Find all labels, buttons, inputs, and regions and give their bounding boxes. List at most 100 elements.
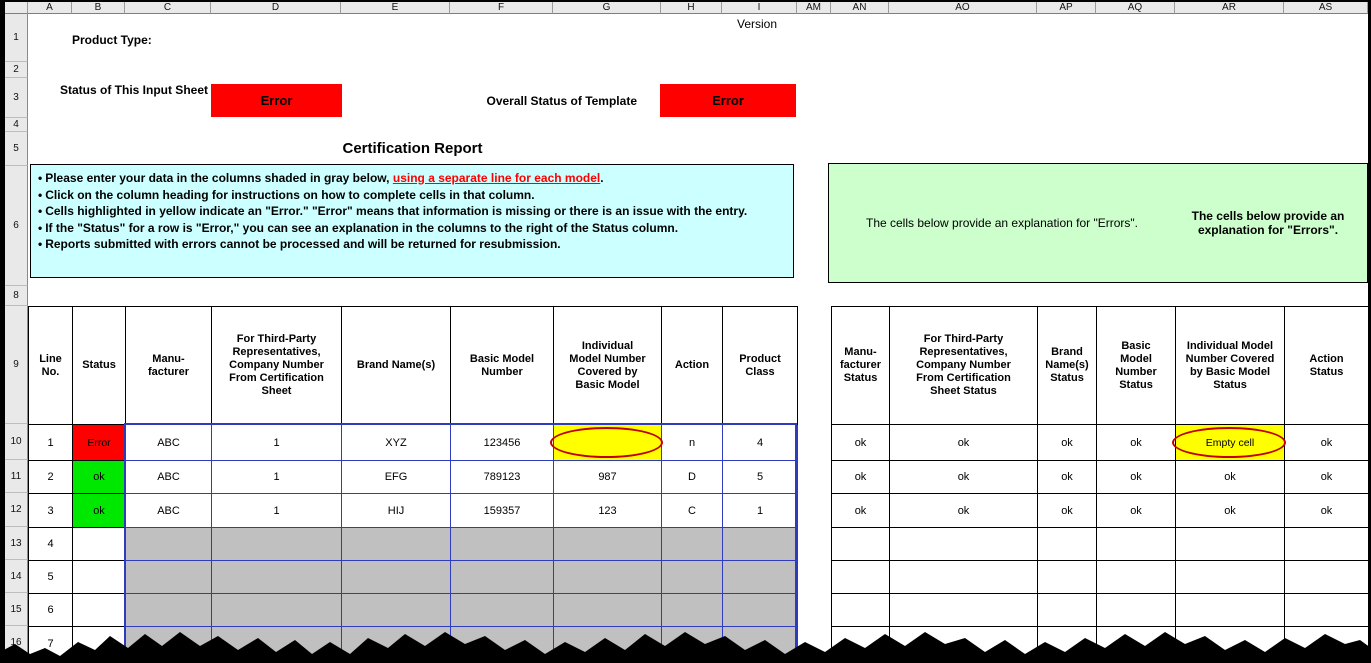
- col-heading-brand[interactable]: Brand Name(s): [342, 307, 451, 425]
- manufacturer-status-cell[interactable]: ok: [832, 461, 890, 494]
- status-cell[interactable]: Error: [73, 425, 126, 461]
- entry-cell[interactable]: [212, 528, 342, 561]
- status-cell[interactable]: [832, 528, 890, 561]
- status-cell[interactable]: [1097, 561, 1176, 594]
- line-no-cell[interactable]: 1: [29, 425, 73, 461]
- entry-cell[interactable]: [554, 561, 662, 594]
- status-cell[interactable]: [1097, 528, 1176, 561]
- basic-model-status-cell[interactable]: ok: [1097, 461, 1176, 494]
- third-party-cell[interactable]: 1: [212, 425, 342, 461]
- individual-model-cell[interactable]: 987: [554, 461, 662, 494]
- individual-model-status-error-cell[interactable]: Empty cell: [1176, 425, 1285, 461]
- column-header-e[interactable]: E: [341, 2, 450, 14]
- select-all-corner[interactable]: [5, 2, 28, 14]
- third-party-cell[interactable]: 1: [212, 494, 342, 528]
- individual-model-status-cell[interactable]: ok: [1176, 494, 1285, 528]
- line-no-cell[interactable]: 2: [29, 461, 73, 494]
- row-header-3[interactable]: 3: [5, 78, 28, 118]
- entry-cell[interactable]: [554, 528, 662, 561]
- status-cell[interactable]: [1176, 561, 1285, 594]
- row-header-14[interactable]: 14: [5, 560, 28, 593]
- column-header-a[interactable]: A: [28, 2, 72, 14]
- action-status-cell[interactable]: ok: [1285, 461, 1369, 494]
- row-header-6[interactable]: 6: [5, 166, 28, 286]
- individual-model-cell[interactable]: 123: [554, 494, 662, 528]
- col-heading-individual-model-status[interactable]: Individual Model Number Covered by Basic…: [1176, 307, 1285, 425]
- entry-cell[interactable]: [126, 528, 212, 561]
- brand-status-cell[interactable]: ok: [1038, 494, 1097, 528]
- col-heading-status[interactable]: Status: [73, 307, 126, 425]
- action-status-cell[interactable]: ok: [1285, 425, 1369, 461]
- product-class-cell[interactable]: 1: [723, 494, 798, 528]
- product-class-cell[interactable]: 4: [723, 425, 798, 461]
- brand-cell[interactable]: XYZ: [342, 425, 451, 461]
- third-party-status-cell[interactable]: ok: [890, 494, 1038, 528]
- third-party-cell[interactable]: 1: [212, 461, 342, 494]
- manufacturer-status-cell[interactable]: ok: [832, 425, 890, 461]
- row-header-12[interactable]: 12: [5, 493, 28, 527]
- entry-cell[interactable]: [126, 561, 212, 594]
- brand-status-cell[interactable]: ok: [1038, 425, 1097, 461]
- status-cell[interactable]: [73, 528, 126, 561]
- column-header-d[interactable]: D: [211, 2, 341, 14]
- column-header-as[interactable]: AS: [1284, 2, 1368, 14]
- col-heading-action[interactable]: Action: [662, 307, 723, 425]
- col-heading-manufacturer-status[interactable]: Manu- facturer Status: [832, 307, 890, 425]
- col-heading-brand-status[interactable]: Brand Name(s) Status: [1038, 307, 1097, 425]
- col-heading-product-class[interactable]: Product Class: [723, 307, 798, 425]
- row-header-8[interactable]: 8: [5, 286, 28, 306]
- row-header-9[interactable]: 9: [5, 306, 28, 424]
- column-header-ap[interactable]: AP: [1037, 2, 1096, 14]
- column-header-aq[interactable]: AQ: [1096, 2, 1175, 14]
- row-header-1[interactable]: 1: [5, 14, 28, 62]
- column-header-b[interactable]: B: [72, 2, 125, 14]
- basic-model-cell[interactable]: 123456: [451, 425, 554, 461]
- status-cell[interactable]: [1038, 528, 1097, 561]
- status-cell[interactable]: [1285, 528, 1369, 561]
- column-header-ar[interactable]: AR: [1175, 2, 1284, 14]
- action-cell[interactable]: C: [662, 494, 723, 528]
- basic-model-status-cell[interactable]: ok: [1097, 494, 1176, 528]
- input-sheet-status-value[interactable]: Error: [211, 84, 342, 117]
- column-header-an[interactable]: AN: [831, 2, 889, 14]
- column-header-ao[interactable]: AO: [889, 2, 1037, 14]
- status-cell[interactable]: [832, 561, 890, 594]
- manufacturer-status-cell[interactable]: ok: [832, 494, 890, 528]
- status-cell[interactable]: [890, 528, 1038, 561]
- entry-cell[interactable]: [662, 528, 723, 561]
- col-heading-basic-model[interactable]: Basic Model Number: [451, 307, 554, 425]
- line-no-cell[interactable]: 5: [29, 561, 73, 594]
- action-cell[interactable]: D: [662, 461, 723, 494]
- entry-cell[interactable]: [723, 528, 798, 561]
- product-class-cell[interactable]: 5: [723, 461, 798, 494]
- basic-model-status-cell[interactable]: ok: [1097, 425, 1176, 461]
- column-header-c[interactable]: C: [125, 2, 211, 14]
- status-cell[interactable]: ok: [73, 461, 126, 494]
- column-header-am[interactable]: AM: [797, 2, 831, 14]
- basic-model-cell[interactable]: 159357: [451, 494, 554, 528]
- status-cell[interactable]: [1176, 528, 1285, 561]
- brand-cell[interactable]: EFG: [342, 461, 451, 494]
- entry-cell[interactable]: [342, 528, 451, 561]
- line-no-cell[interactable]: 3: [29, 494, 73, 528]
- manufacturer-cell[interactable]: ABC: [126, 494, 212, 528]
- line-no-cell[interactable]: 4: [29, 528, 73, 561]
- status-cell[interactable]: [1038, 561, 1097, 594]
- row-header-11[interactable]: 11: [5, 460, 28, 493]
- individual-model-status-cell[interactable]: ok: [1176, 461, 1285, 494]
- column-header-i[interactable]: I: [722, 2, 797, 14]
- entry-cell[interactable]: [662, 561, 723, 594]
- col-heading-manufacturer[interactable]: Manu- facturer: [126, 307, 212, 425]
- col-heading-line-no[interactable]: Line No.: [29, 307, 73, 425]
- manufacturer-cell[interactable]: ABC: [126, 461, 212, 494]
- row-header-4[interactable]: 4: [5, 118, 28, 132]
- action-status-cell[interactable]: ok: [1285, 494, 1369, 528]
- third-party-status-cell[interactable]: ok: [890, 461, 1038, 494]
- action-cell[interactable]: n: [662, 425, 723, 461]
- basic-model-cell[interactable]: 789123: [451, 461, 554, 494]
- col-heading-basic-model-status[interactable]: Basic Model Number Status: [1097, 307, 1176, 425]
- row-header-5[interactable]: 5: [5, 132, 28, 166]
- row-header-13[interactable]: 13: [5, 527, 28, 560]
- row-header-2[interactable]: 2: [5, 62, 28, 78]
- manufacturer-cell[interactable]: ABC: [126, 425, 212, 461]
